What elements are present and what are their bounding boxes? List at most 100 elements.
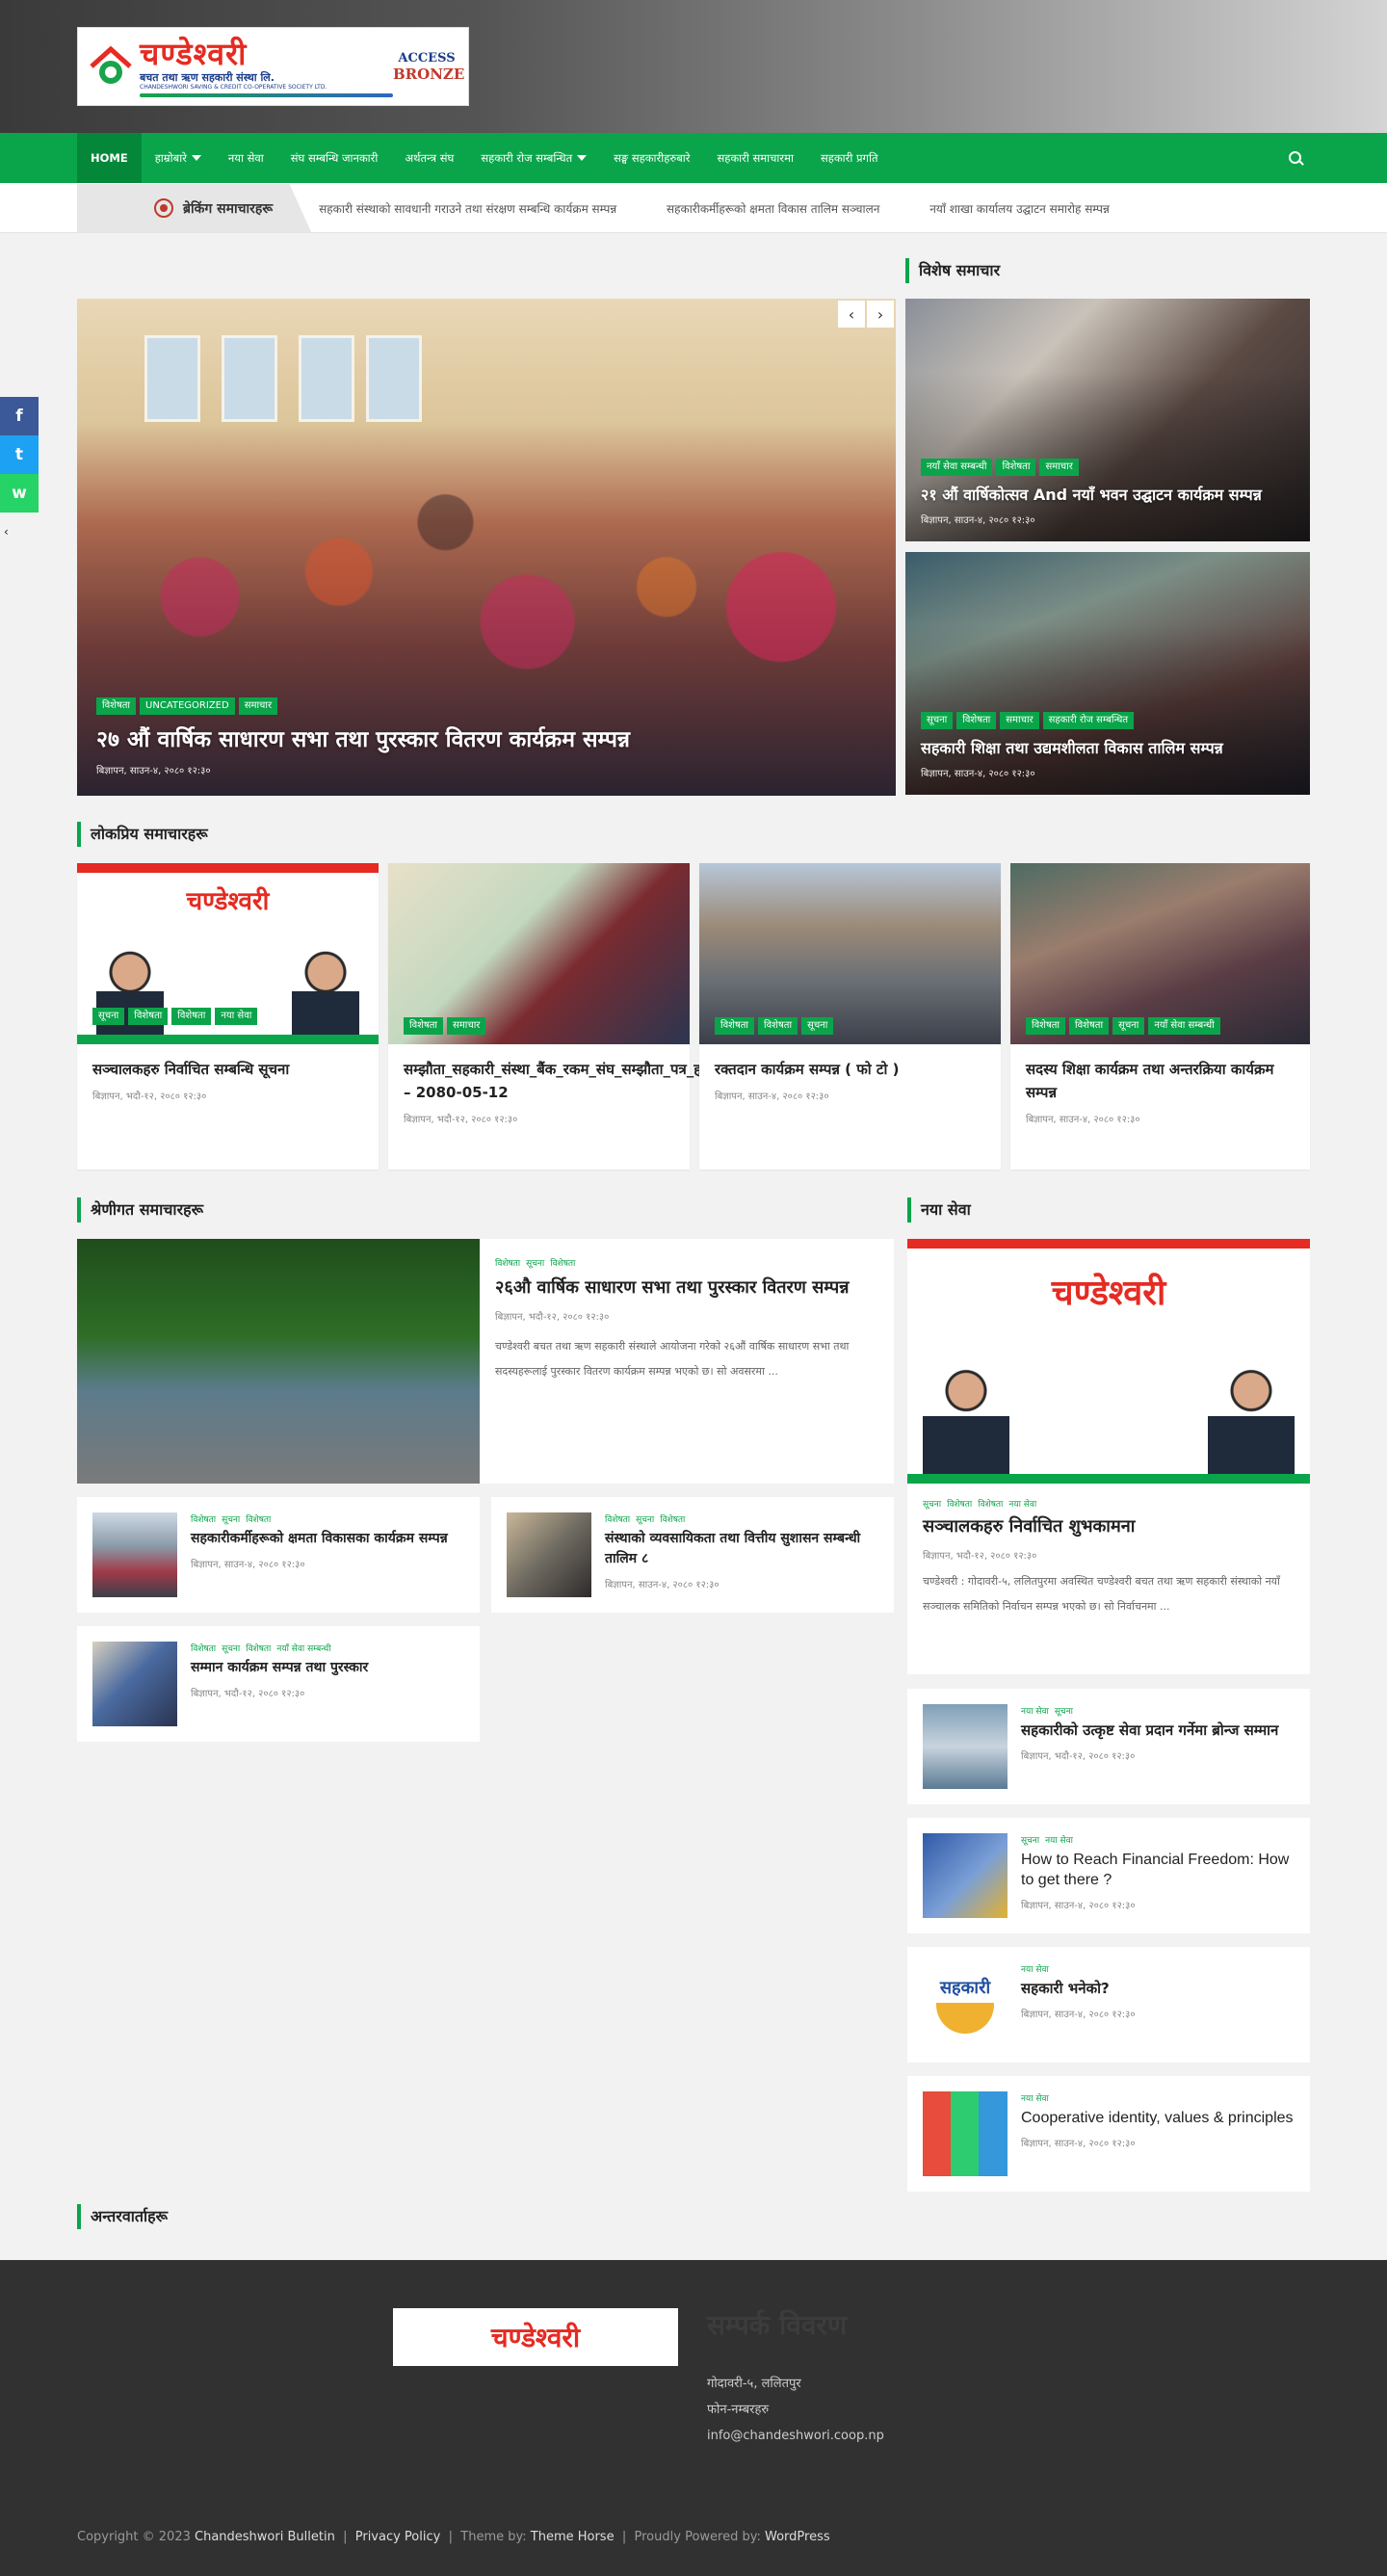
category-tag[interactable]: सूचना — [801, 1017, 834, 1035]
category-tag[interactable]: नया सेवा — [1045, 1833, 1073, 1846]
hide-share-icon[interactable]: ‹ — [4, 525, 9, 539]
category-tag[interactable]: सहकारी रोज सम्बन्धित — [1042, 712, 1135, 729]
slider-prev-button[interactable]: ‹ — [838, 301, 865, 328]
sidebar-list-post[interactable]: सहकारी नया सेवा सहकारी भनेको? बिज्ञापन, … — [907, 1947, 1310, 2063]
category-tag[interactable]: सूचना — [222, 1512, 240, 1525]
category-tag[interactable]: विशेषता — [956, 712, 997, 729]
category-tag[interactable]: विशेषता — [495, 1256, 520, 1269]
post-title[interactable]: सम्मान कार्यक्रम सम्पन्न तथा पुरस्कार — [191, 1658, 368, 1678]
category-tag[interactable]: विशेषता — [191, 1642, 216, 1654]
category-tag[interactable]: विशेषता — [191, 1512, 216, 1525]
nav-new-service[interactable]: नया सेवा — [215, 133, 277, 183]
theme-link[interactable]: Theme Horse — [531, 2530, 615, 2544]
post-title[interactable]: सञ्चालकहरु निर्वाचित शुभकामना — [923, 1513, 1295, 1540]
featured-post[interactable]: सूचना विशेषता समाचार सहकारी रोज सम्बन्धि… — [905, 552, 1310, 795]
category-tag[interactable]: नया सेवा — [1008, 1497, 1036, 1510]
category-tag[interactable]: सूचना — [1055, 1704, 1073, 1717]
post-title[interactable]: सदस्य शिक्षा कार्यक्रम तथा अन्तरक्रिया क… — [1026, 1058, 1295, 1104]
popular-card[interactable]: चण्डेश्वरी सूचना विशेषता विशेषता नया सेव… — [77, 863, 379, 1170]
slider-next-button[interactable]: › — [867, 301, 894, 328]
sidebar-list-post[interactable]: नया सेवा सूचना सहकारीको उत्कृष्ट सेवा प्र… — [907, 1689, 1310, 1804]
post-title[interactable]: सहकारी भनेको? — [1021, 1979, 1136, 1999]
category-tag[interactable]: सूचना — [92, 1008, 125, 1025]
category-tag[interactable]: नयाँ सेवा सम्बन्धी — [1148, 1017, 1220, 1035]
category-tag[interactable]: विशेषता — [660, 1512, 685, 1525]
category-small-post[interactable]: विशेषता सूचना विशेषता संस्थाको व्यवसायिक… — [491, 1497, 894, 1613]
category-tag[interactable]: नया सेवा — [1021, 1962, 1049, 1975]
featured-post[interactable]: नयाँ सेवा सम्बन्धी विशेषता समाचार २१ औं … — [905, 299, 1310, 541]
footer-email[interactable]: info@chandeshwori.coop.np — [707, 2423, 884, 2449]
whatsapp-icon[interactable]: w — [0, 474, 39, 513]
category-tag[interactable]: सूचना — [222, 1642, 240, 1654]
category-tag[interactable]: विशेषता — [96, 697, 137, 715]
nav-union-info[interactable]: संघ सम्बन्धि जानकारी — [277, 133, 392, 183]
category-tag[interactable]: सूचना — [636, 1512, 654, 1525]
post-title[interactable]: सम्झौता_सहकारी_संस्था_बैंक_रकम_संघ_सम्झौ… — [404, 1058, 748, 1104]
category-tag[interactable]: विशेषता — [605, 1512, 630, 1525]
category-tag[interactable]: विशेषता — [978, 1497, 1003, 1510]
sidebar-main-post[interactable]: चण्डेश्वरी सूचना विशेषता विशेषता नया सेव… — [907, 1239, 1310, 1674]
category-tag[interactable]: नया सेवा — [1021, 1704, 1049, 1717]
category-tag[interactable]: विशेषता — [128, 1008, 169, 1025]
popular-card[interactable]: विशेषता समाचार सम्झौता_सहकारी_संस्था_बैं… — [388, 863, 748, 1170]
privacy-link[interactable]: Privacy Policy — [355, 2530, 441, 2544]
category-small-post[interactable]: विशेषता सूचना विशेषता नयाँ सेवा सम्बन्धी… — [77, 1626, 480, 1742]
sidebar-list-post[interactable]: सूचना नया सेवा How to Reach Financial Fre… — [907, 1818, 1310, 1933]
category-tag[interactable]: विशेषता — [996, 459, 1036, 476]
post-title[interactable]: २६औ वार्षिक साधारण सभा तथा पुरस्कार वितर… — [495, 1275, 878, 1301]
category-main-post[interactable]: विशेषता सूचना विशेषता २६औ वार्षिक साधारण… — [77, 1239, 894, 1484]
post-title[interactable]: सहकारीको उत्कृष्ट सेवा प्रदान गर्नेमा ब्… — [1021, 1721, 1278, 1741]
category-small-post[interactable]: विशेषता सूचना विशेषता सहकारीकर्मीहरूको क… — [77, 1497, 480, 1613]
slide-title[interactable]: २७ औं वार्षिक साधारण सभा तथा पुरस्कार वि… — [96, 723, 877, 757]
category-tag[interactable]: विशेषता — [246, 1512, 271, 1525]
nav-coop-day[interactable]: सहकारी रोज सम्बन्धित — [467, 133, 600, 183]
featured-title[interactable]: सहकारी शिक्षा तथा उद्यमशीलता विकास तालिम… — [921, 737, 1295, 760]
search-icon[interactable] — [1281, 144, 1310, 172]
nav-coop-news[interactable]: सहकारी समाचारमा — [703, 133, 807, 183]
category-tag[interactable]: विशेषता — [1026, 1017, 1066, 1035]
site-name-link[interactable]: Chandeshwori Bulletin — [195, 2530, 335, 2544]
main-slider[interactable]: ‹ › विशेषता UNCATEGORIZED समाचार २७ औं व… — [77, 299, 896, 796]
popular-card[interactable]: विशेषता विशेषता सूचना रक्तदान कार्यक्रम … — [699, 863, 1001, 1170]
footer-logo[interactable]: चण्डेश्वरी — [393, 2308, 678, 2366]
nav-economy[interactable]: अर्थतन्त्र संघ — [391, 133, 467, 183]
category-tag[interactable]: विशेषता — [404, 1017, 444, 1035]
twitter-icon[interactable]: t — [0, 435, 39, 474]
sidebar-list-post[interactable]: नया सेवा Cooperative identity, values & … — [907, 2076, 1310, 2192]
wordpress-link[interactable]: WordPress — [765, 2530, 830, 2544]
category-tag[interactable]: समाचार — [1000, 712, 1039, 729]
category-tag[interactable]: विशेषता — [758, 1017, 798, 1035]
ticker-item[interactable]: नयाँ शाखा कार्यालय उद्घाटन समारोह सम्पन्… — [929, 202, 1110, 216]
category-tag[interactable]: विशेषता — [171, 1008, 212, 1025]
category-tag[interactable]: समाचार — [1039, 459, 1079, 476]
category-tag[interactable]: UNCATEGORIZED — [140, 697, 235, 715]
facebook-icon[interactable]: f — [0, 397, 39, 435]
category-tag[interactable]: विशेषता — [1069, 1017, 1110, 1035]
category-tag[interactable]: समाचार — [238, 697, 278, 715]
post-title[interactable]: How to Reach Financial Freedom: How to g… — [1021, 1850, 1295, 1890]
nav-about[interactable]: हाम्रोबारे — [142, 133, 215, 183]
category-tag[interactable]: समाचार — [447, 1017, 486, 1035]
ticker-item[interactable]: सहकारी संस्थाको सावधानी गराउने तथा संरक्… — [319, 202, 616, 216]
category-tag[interactable]: विशेषता — [947, 1497, 972, 1510]
category-tag[interactable]: सूचना — [923, 1497, 941, 1510]
category-tag[interactable]: नया सेवा — [215, 1008, 258, 1025]
post-title[interactable]: रक्तदान कार्यक्रम सम्पन्न ( फो टो ) — [715, 1058, 985, 1081]
post-title[interactable]: संस्थाको व्यवसायिकता तथा वित्तीय सुशासन … — [605, 1529, 878, 1569]
ticker-item[interactable]: सहकारीकर्मीहरूको क्षमता विकास तालिम सञ्च… — [667, 202, 879, 216]
nav-home[interactable]: HOME — [77, 133, 142, 183]
category-tag[interactable]: नयाँ सेवा सम्बन्धी — [276, 1642, 330, 1654]
category-tag[interactable]: नया सेवा — [1021, 2091, 1049, 2104]
category-tag[interactable]: सूचना — [526, 1256, 544, 1269]
category-tag[interactable]: विशेषता — [246, 1642, 271, 1654]
category-tag[interactable]: विशेषता — [715, 1017, 755, 1035]
nav-progress[interactable]: सहकारी प्रगति — [807, 133, 892, 183]
category-tag[interactable]: सूचना — [1112, 1017, 1145, 1035]
category-tag[interactable]: सूचना — [1021, 1833, 1039, 1846]
post-title[interactable]: सञ्चालकहरु निर्वाचित सम्बन्धि सूचना — [92, 1058, 363, 1081]
category-tag[interactable]: विशेषता — [550, 1256, 575, 1269]
nav-union-coops[interactable]: सङ्घ सहकारीहरुबारे — [600, 133, 703, 183]
category-tag[interactable]: नयाँ सेवा सम्बन्धी — [921, 459, 993, 476]
post-title[interactable]: सहकारीकर्मीहरूको क्षमता विकासका कार्यक्र… — [191, 1529, 448, 1549]
featured-title[interactable]: २१ औं वार्षिकोत्सव And नयाँ भवन उद्घाटन … — [921, 484, 1295, 507]
